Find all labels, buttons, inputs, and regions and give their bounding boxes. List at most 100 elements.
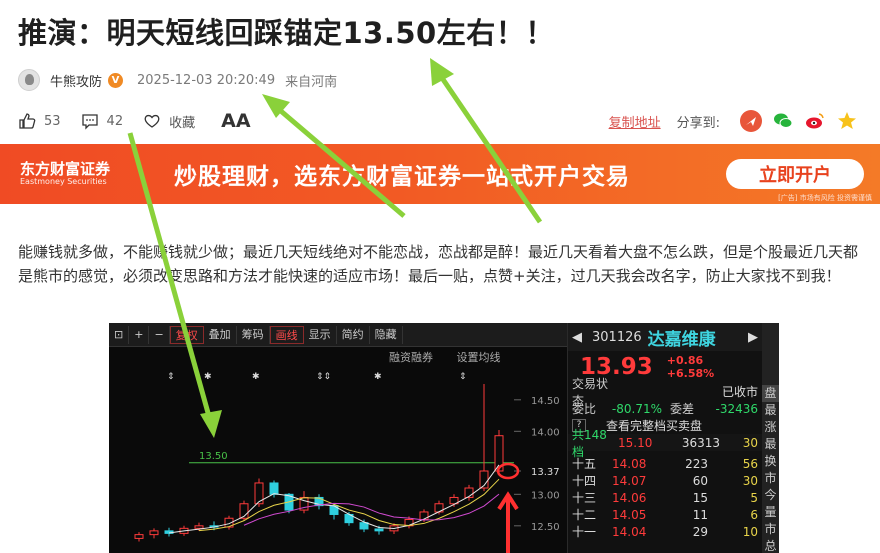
ask-price: 14.07 — [612, 473, 647, 488]
total-row: 共148档 15.10 36313 30 — [568, 428, 762, 459]
banner-slogan: 炒股理财，选东方财富证券一站式开户交易 — [174, 164, 630, 190]
side-tab-item[interactable]: 市 — [764, 470, 776, 487]
event-markers: ⇕ ✱ ✱ ⇕⇕ ✱ ⇕ — [167, 372, 467, 382]
diff-label: 委差 — [670, 402, 695, 416]
ask-volume: 29 — [692, 524, 708, 539]
side-tab-item[interactable]: 涨 — [764, 419, 776, 436]
banner-logo: 东方财富证券 Eastmoney Securities — [0, 161, 150, 186]
share-toutiao-icon[interactable] — [740, 110, 762, 132]
ask-price: 14.05 — [612, 507, 647, 522]
y-tick-label: 13.00 — [531, 490, 560, 501]
post-location: 来自河南 — [285, 74, 338, 90]
share-label: 分享到: — [676, 115, 720, 131]
ask-levels: 十五 14.08 223 56 十四 14.07 60 30 十三 14.06 15 5 十二 14.05… — [568, 455, 762, 540]
share-qzone-icon[interactable] — [836, 110, 858, 132]
event-marker: ✱ — [252, 372, 260, 382]
stock-name: 达嘉维康 — [647, 329, 716, 350]
share-wechat-icon[interactable] — [772, 110, 794, 132]
article-body: 能赚钱就多做，不能赚钱就少做；最近几天短线绝对不能恋战，恋战都是醉！最近几天看着… — [18, 243, 859, 285]
side-tab-item[interactable]: 最 — [764, 402, 776, 419]
candle-body — [419, 511, 429, 521]
level-label: 13.50 — [199, 451, 228, 462]
article-title: 推演：明天短线回踩锚定13.50左右！！ — [18, 16, 555, 50]
side-tab-item[interactable]: 盘 — [762, 385, 779, 402]
ask-row: 十一 14.04 29 10 — [568, 523, 762, 540]
comment-icon — [81, 114, 98, 130]
quote-side-tabs: 盘最涨最换市今量市总净 — [762, 323, 779, 553]
stock-code: 301126 — [592, 329, 642, 345]
ask-row: 十三 14.06 15 5 — [568, 489, 762, 506]
copy-link-button[interactable]: 复制地址 — [609, 112, 661, 131]
ask-count: 10 — [742, 524, 758, 539]
banner-disclaimer: [广告] 市场有风险 投资需谨慎 — [778, 194, 872, 202]
candle-body — [134, 534, 144, 539]
change-percent: +6.58% — [666, 367, 715, 380]
candle-body — [359, 522, 369, 530]
like-button[interactable]: 53 — [18, 112, 61, 130]
ask-level: 十一 — [572, 525, 597, 539]
ask-count: 30 — [742, 473, 758, 488]
heart-icon — [144, 114, 160, 128]
total-cnt: 30 — [742, 435, 758, 450]
ask-price: 14.06 — [612, 490, 647, 505]
next-stock-icon[interactable]: ▶ — [748, 330, 758, 345]
ask-volume: 15 — [692, 490, 708, 505]
ad-banner[interactable]: 东方财富证券 Eastmoney Securities 炒股理财，选东方财富证券… — [0, 144, 880, 204]
prev-stock-icon[interactable]: ◀ — [572, 330, 582, 345]
event-marker: ⇕ — [167, 372, 175, 382]
event-marker: ⇕⇕ — [316, 372, 331, 382]
highlight-arrow — [497, 491, 519, 553]
ask-count: 56 — [742, 456, 758, 471]
side-tab-item[interactable]: 量 — [764, 504, 776, 521]
event-marker: ✱ — [204, 372, 212, 382]
event-marker: ✱ — [374, 372, 382, 382]
status-value: 已收市 — [721, 385, 758, 399]
verified-badge-icon: V — [108, 72, 124, 88]
ask-count: 6 — [750, 507, 758, 522]
y-tick-label: 12.50 — [531, 522, 560, 533]
like-count: 53 — [44, 113, 61, 129]
article-meta: 牛熊攻防 V 2025-12-03 20:20:49 来自河南 — [18, 68, 337, 92]
candle-body — [194, 525, 204, 529]
open-account-button[interactable]: 立即开户 — [726, 159, 864, 189]
ratio-value: -80.71% — [611, 401, 662, 416]
side-tab-item[interactable]: 最 — [764, 436, 776, 453]
share-weibo-icon[interactable] — [804, 110, 826, 132]
full-book-link[interactable]: 查看完整档买卖盘 — [606, 417, 702, 434]
quote-panel: ◀ 301126 达嘉维康 ▶ 13.93 +0.86 +6.58% 交易状态 … — [567, 323, 762, 553]
comment-count: 42 — [106, 113, 124, 129]
side-tab-item[interactable]: 总 — [764, 538, 776, 553]
comment-button[interactable]: 42 — [81, 112, 124, 130]
diff-value: -32436 — [715, 401, 758, 416]
ask-price: 14.04 — [612, 524, 647, 539]
ask-level: 十二 — [572, 508, 597, 522]
moving-average-line — [243, 493, 500, 526]
ask-row: 十五 14.08 223 56 — [568, 455, 762, 472]
font-size-button[interactable]: AA — [221, 110, 250, 132]
ask-level: 十四 — [572, 474, 597, 488]
candlestick-chart: 13.50 14.50 14.00 13.37 13.00 12.50 ⇕ ✱ ✱ ⇕⇕ ✱ ⇕ — [134, 372, 560, 553]
y-axis-ticks: 14.50 14.00 13.37 13.00 12.50 — [514, 396, 560, 533]
author-avatar[interactable] — [18, 69, 40, 91]
ask-level: 十五 — [572, 457, 597, 471]
candle-body — [149, 530, 159, 536]
favorite-button[interactable]: 收藏 — [143, 112, 195, 131]
author-name[interactable]: 牛熊攻防 — [50, 71, 102, 90]
ask-price: 14.08 — [612, 456, 647, 471]
side-tab-item[interactable]: 市 — [764, 521, 776, 538]
y-tick-label: 14.50 — [531, 396, 560, 407]
share-area: 复制地址 分享到: — [609, 110, 858, 132]
side-tab-item[interactable]: 今 — [764, 487, 776, 504]
candle-body — [269, 482, 279, 495]
thumbs-up-icon — [19, 113, 36, 129]
y-tick-label: 13.37 — [531, 467, 560, 478]
status-row: 交易状态 已收市 — [568, 377, 762, 408]
banner-logo-cn: 东方财富证券 — [20, 160, 111, 179]
change-value: +0.86 — [666, 354, 704, 367]
event-marker: ⇕ — [459, 372, 467, 382]
article-actions: 53 42 收藏 AA 复制地址 分享到: — [18, 110, 868, 132]
ratio-row: 委比 -80.71% 委差 -32436 — [568, 400, 762, 417]
side-tab-item[interactable]: 换 — [764, 453, 776, 470]
ratio-label: 委比 — [572, 402, 597, 416]
ask-level: 十三 — [572, 491, 597, 505]
